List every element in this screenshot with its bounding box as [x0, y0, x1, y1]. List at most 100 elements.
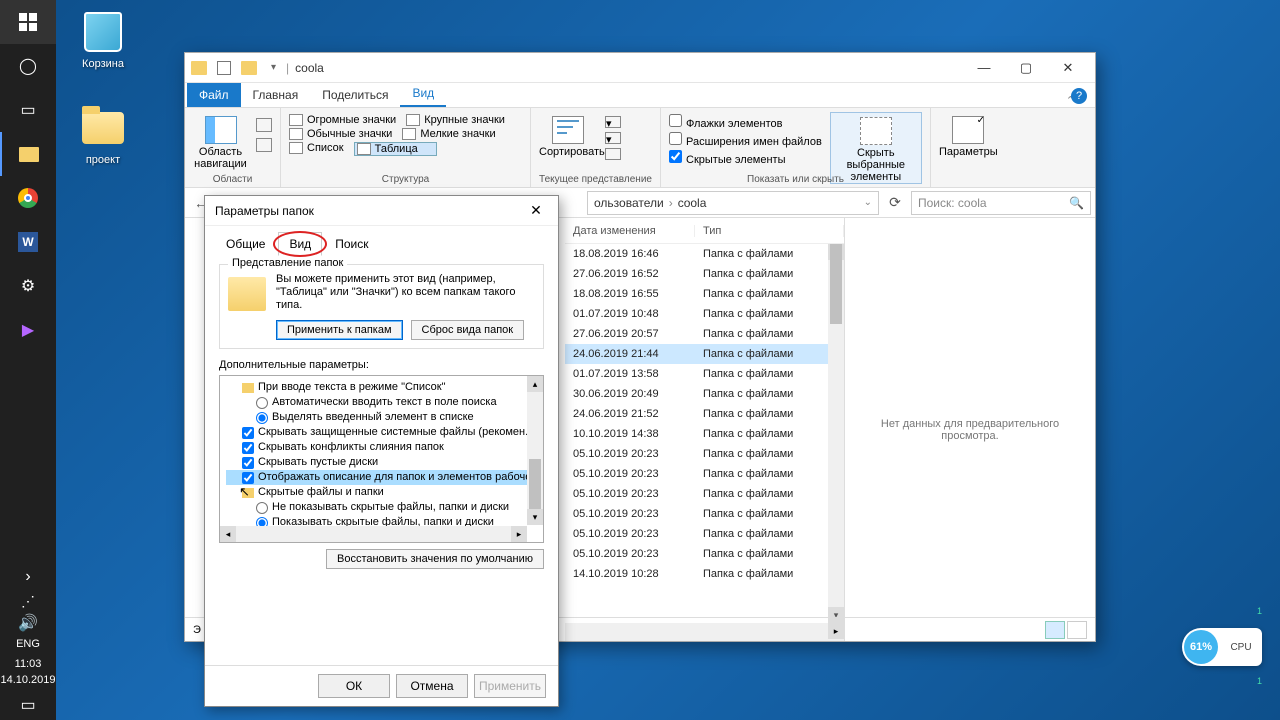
qat-button[interactable]: [217, 61, 231, 75]
breadcrumb-current[interactable]: coola: [678, 196, 707, 210]
status-text: Э: [193, 624, 201, 636]
search-icon[interactable]: ◯: [0, 44, 56, 88]
table-row[interactable]: 30.06.2019 20:49Папка с файлами: [565, 384, 844, 404]
adv-hide-merge[interactable]: Скрывать конфликты слияния папок: [226, 440, 537, 455]
cancel-button[interactable]: Отмена: [396, 674, 468, 698]
layout-table[interactable]: Таблица: [354, 142, 437, 156]
chrome-icon[interactable]: [0, 176, 56, 220]
adv-scroll-left-icon[interactable]: ◂: [220, 526, 236, 542]
table-row[interactable]: 01.07.2019 13:58Папка с файлами: [565, 364, 844, 384]
adv-scrollbar-vertical[interactable]: ▴ ▾: [527, 376, 543, 525]
details-pane-icon[interactable]: [256, 138, 272, 152]
tab-search[interactable]: Поиск: [324, 232, 379, 256]
table-row[interactable]: 05.10.2019 20:23Папка с файлами: [565, 484, 844, 504]
layout-large-icons[interactable]: Крупные значки: [406, 114, 505, 126]
help-icon[interactable]: ?: [1071, 88, 1087, 104]
dialog-close-button[interactable]: ✕: [524, 202, 548, 219]
task-view-icon[interactable]: ▭: [0, 88, 56, 132]
adv-select-typed[interactable]: Выделять введенный элемент в списке: [226, 410, 537, 425]
maximize-button[interactable]: ▢: [1005, 53, 1047, 83]
sort-button[interactable]: Сортировать: [539, 112, 597, 158]
search-icon: 🔍: [1069, 196, 1084, 210]
volume-icon[interactable]: 🔊: [0, 612, 56, 634]
thumbnails-view-icon[interactable]: [1067, 621, 1087, 639]
adv-scroll-right-icon[interactable]: ▸: [511, 526, 527, 542]
recycle-bin[interactable]: Корзина: [68, 10, 138, 70]
tab-share[interactable]: Поделиться: [310, 83, 400, 107]
group-by-icon[interactable]: ▾: [605, 116, 621, 128]
layout-huge-icons[interactable]: Огромные значки: [289, 114, 396, 126]
tab-view-dialog[interactable]: Вид: [278, 232, 322, 256]
table-row[interactable]: 05.10.2019 20:23Папка с файлами: [565, 444, 844, 464]
ok-button[interactable]: ОК: [318, 674, 390, 698]
media-icon[interactable]: ▶: [0, 308, 56, 352]
word-icon[interactable]: W: [0, 220, 56, 264]
notifications-icon[interactable]: ▭: [0, 690, 56, 720]
tab-view[interactable]: Вид: [400, 81, 446, 107]
layout-medium-icons[interactable]: Мелкие значки: [402, 128, 495, 140]
file-extensions-toggle[interactable]: Расширения имен файлов: [669, 132, 822, 148]
table-row[interactable]: 05.10.2019 20:23Папка с файлами: [565, 524, 844, 544]
adv-scroll-down-icon[interactable]: ▾: [527, 509, 543, 525]
options-button[interactable]: ✓ Параметры: [939, 112, 997, 158]
refresh-button[interactable]: ⟳: [883, 191, 907, 215]
column-type[interactable]: Тип: [695, 225, 844, 237]
file-rows[interactable]: 18.08.2019 16:46Папка с файлами27.06.201…: [565, 244, 844, 623]
desktop-folder-project[interactable]: проект: [68, 106, 138, 166]
apply-button[interactable]: Применить: [474, 674, 546, 698]
settings-icon[interactable]: ⚙: [0, 264, 56, 308]
tab-file[interactable]: Файл: [187, 83, 241, 107]
scroll-thumb[interactable]: [830, 244, 842, 324]
adv-dont-show-hidden[interactable]: Не показывать скрытые файлы, папки и дис…: [226, 500, 537, 515]
table-row[interactable]: 01.07.2019 10:48Папка с файлами: [565, 304, 844, 324]
add-columns-icon[interactable]: ▾: [605, 132, 621, 144]
table-row[interactable]: 27.06.2019 16:52Папка с файлами: [565, 264, 844, 284]
adv-auto-search[interactable]: Автоматически вводить текст в поле поиск…: [226, 395, 537, 410]
adv-hide-empty[interactable]: Скрывать пустые диски: [226, 455, 537, 470]
table-row[interactable]: 18.08.2019 16:55Папка с файлами: [565, 284, 844, 304]
item-checkboxes-toggle[interactable]: Флажки элементов: [669, 114, 822, 130]
breadcrumb-bar[interactable]: ользователи › coola ⌄: [587, 191, 879, 215]
table-row[interactable]: 05.10.2019 20:23Папка с файлами: [565, 464, 844, 484]
adv-group-typing: При вводе текста в режиме "Список": [226, 380, 537, 395]
reset-folders-button[interactable]: Сброс вида папок: [411, 320, 525, 340]
table-row[interactable]: 27.06.2019 20:57Папка с файлами: [565, 324, 844, 344]
table-row[interactable]: 18.08.2019 16:46Папка с файлами: [565, 244, 844, 264]
tab-home[interactable]: Главная: [241, 83, 311, 107]
column-date[interactable]: Дата изменения: [565, 225, 695, 237]
table-row[interactable]: 24.06.2019 21:44Папка с файлами: [565, 344, 844, 364]
size-columns-icon[interactable]: [605, 148, 621, 160]
preview-pane-icon[interactable]: [256, 118, 272, 132]
apply-to-folders-button[interactable]: Применить к папкам: [276, 320, 403, 340]
table-row[interactable]: 10.10.2019 14:38Папка с файлами: [565, 424, 844, 444]
wifi-icon[interactable]: ⋰: [0, 590, 56, 612]
adv-scroll-thumb-v[interactable]: [529, 459, 541, 509]
cpu-widget[interactable]: 61% CPU: [1182, 628, 1262, 666]
adv-hide-protected[interactable]: Скрывать защищенные системные файлы (рек…: [226, 425, 537, 440]
minimize-button[interactable]: —: [963, 53, 1005, 83]
file-explorer-icon[interactable]: [0, 132, 56, 176]
navigation-pane-button[interactable]: Область навигации: [193, 112, 248, 170]
close-button[interactable]: ✕: [1047, 53, 1089, 83]
adv-scrollbar-horizontal[interactable]: ◂ ▸: [220, 526, 527, 542]
restore-defaults-button[interactable]: Восстановить значения по умолчанию: [326, 549, 544, 569]
advanced-settings-list: При вводе текста в режиме "Список" Автом…: [219, 375, 544, 543]
tab-general[interactable]: Общие: [215, 232, 276, 256]
layout-list[interactable]: Список: [289, 142, 344, 156]
table-row[interactable]: 05.10.2019 20:23Папка с файлами: [565, 504, 844, 524]
hidden-items-toggle[interactable]: Скрытые элементы: [669, 150, 822, 166]
details-view-icon[interactable]: [1045, 621, 1065, 639]
folder-icon: [82, 112, 124, 144]
language-indicator[interactable]: ENG: [0, 634, 56, 654]
layout-normal-icons[interactable]: Обычные значки: [289, 128, 392, 140]
search-input[interactable]: Поиск: coola 🔍: [911, 191, 1091, 215]
table-row[interactable]: 14.10.2019 10:28Папка с файлами: [565, 564, 844, 584]
table-row[interactable]: 24.06.2019 21:52Папка с файлами: [565, 404, 844, 424]
chevron-up-icon[interactable]: ›: [0, 564, 56, 590]
table-row[interactable]: 05.10.2019 20:23Папка с файлами: [565, 544, 844, 564]
scrollbar-vertical[interactable]: ▴ ▾: [828, 244, 844, 623]
adv-show-desc[interactable]: Отображать описание для папок и элементо…: [226, 470, 537, 485]
breadcrumb-users[interactable]: ользователи: [594, 196, 664, 210]
start-button[interactable]: [0, 0, 56, 44]
adv-scroll-up-icon[interactable]: ▴: [527, 376, 543, 392]
